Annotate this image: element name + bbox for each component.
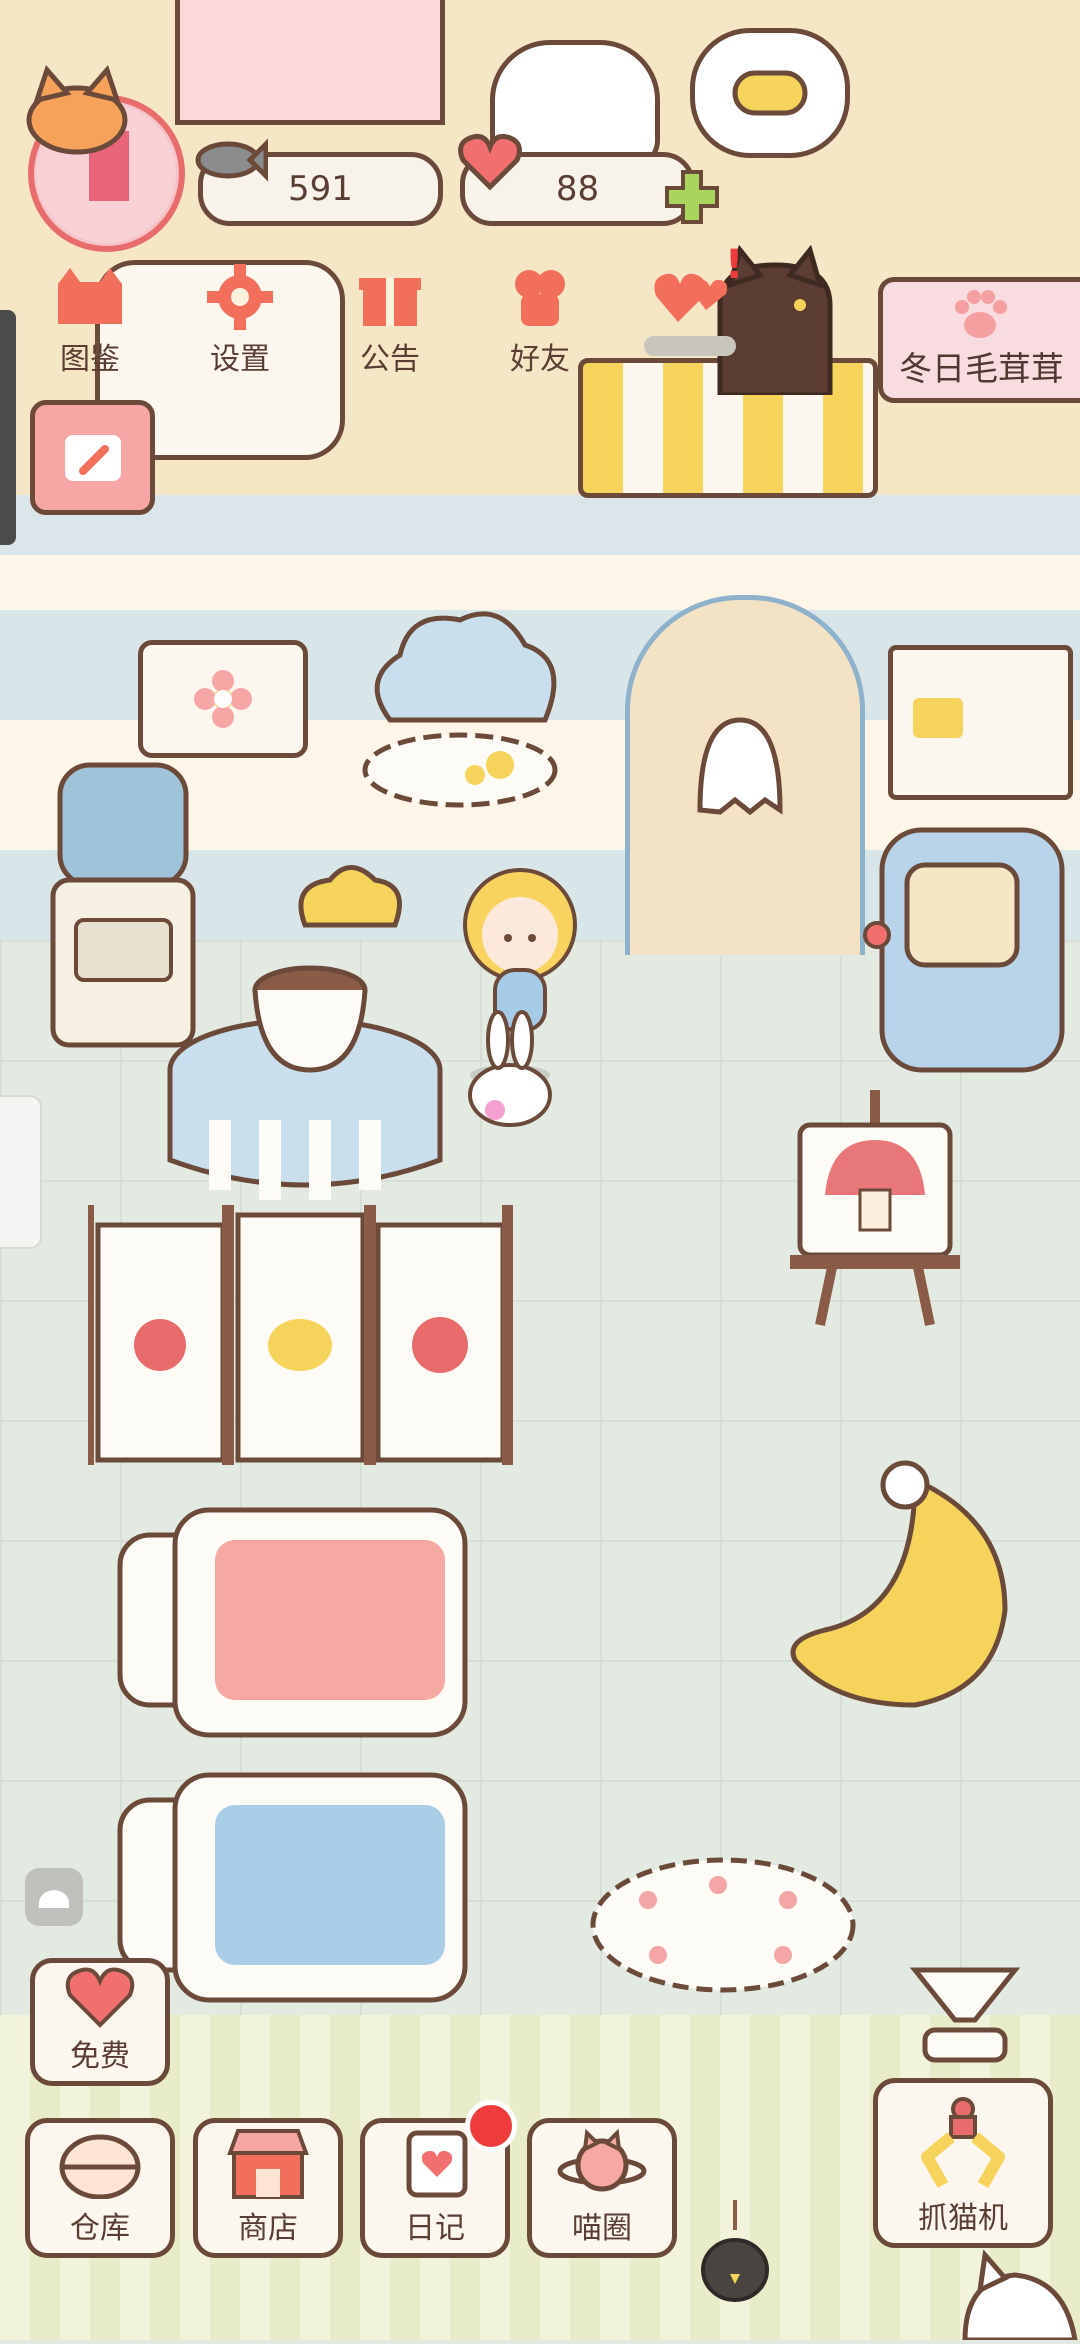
claw-machine-button[interactable]: 抓猫机 [873, 2078, 1053, 2248]
friends-icon [495, 262, 585, 332]
gift-icon [345, 262, 435, 332]
orange-cat-icon [22, 65, 132, 155]
menu-settings-label: 设置 [210, 342, 270, 377]
free-gift-label: 免费 [70, 2039, 130, 2074]
white-cat [955, 2249, 1080, 2343]
planet-cat-icon [557, 2123, 647, 2203]
menu-collection-button[interactable]: 图鉴 [30, 262, 150, 378]
menu-friends-label: 好友 [510, 342, 570, 377]
heart-icon [55, 1963, 145, 2031]
nav-storage-label: 仓库 [70, 2211, 130, 2246]
add-hearts-button[interactable] [663, 168, 721, 226]
side-panel-handle[interactable] [0, 1095, 42, 1249]
side-drawer-handle[interactable] [0, 310, 16, 545]
heart-rug[interactable] [588, 1855, 858, 1995]
fruit-folding-screen [82, 1205, 514, 1465]
nav-cat-circle-button[interactable]: 喵圈 [527, 2118, 677, 2258]
room-divider [0, 495, 1080, 555]
menu-collection-label: 图鉴 [60, 342, 120, 377]
nav-cat-circle-label: 喵圈 [572, 2211, 632, 2246]
alert-icon: ! [725, 242, 744, 288]
menu-likes-bar [644, 336, 736, 356]
shop-icon [223, 2123, 313, 2203]
cat-book-icon [45, 262, 135, 332]
top-menu: 图鉴 设置 公告 好友 ! [30, 242, 750, 378]
black-bird [690, 2200, 780, 2310]
arcade-machine[interactable] [862, 825, 1072, 1075]
heart-value: 88 [555, 169, 600, 209]
heart-icon [455, 132, 525, 192]
water-dispenser [48, 760, 198, 1050]
paw-icon [940, 283, 1020, 343]
fish-coin-value: 591 [288, 169, 353, 209]
window [175, 0, 445, 125]
pink-bed[interactable] [115, 1505, 475, 1740]
claw-icon [908, 2093, 1018, 2193]
claw-machine-label: 抓猫机 [918, 2201, 1008, 2236]
menu-notice-label: 公告 [360, 342, 420, 377]
menu-settings-button[interactable]: 设置 [180, 262, 300, 378]
diary-notification-badge [465, 2100, 517, 2152]
yellow-flower-lamp [285, 855, 415, 965]
coffee-cup[interactable] [250, 960, 380, 1080]
camera-toggle-button[interactable] [25, 1868, 83, 1926]
nav-shop-button[interactable]: 商店 [193, 2118, 343, 2258]
fish-icon [188, 130, 269, 190]
white-bunny[interactable] [460, 1010, 560, 1130]
nav-shop-label: 商店 [238, 2211, 298, 2246]
gear-icon [195, 262, 285, 332]
menu-notice-button[interactable]: 公告 [330, 262, 450, 378]
speech-bubble [690, 28, 850, 158]
mushroom-easel [790, 1085, 960, 1330]
menu-board [888, 645, 1073, 800]
nav-diary-label: 日记 [405, 2211, 465, 2246]
menu-friends-button[interactable]: 好友 [480, 262, 600, 378]
calendar-icon[interactable] [30, 400, 155, 515]
cloud-lamp [350, 600, 580, 810]
blue-bed[interactable] [115, 1770, 475, 2005]
event-banner-label: 冬日毛茸茸 [899, 349, 1064, 388]
hearts-icon [645, 262, 735, 332]
storage-icon [55, 2123, 145, 2203]
claw-machine-top [905, 1960, 1025, 2070]
ghost-charm [690, 700, 790, 820]
board-image [913, 698, 963, 738]
menu-likes-button[interactable]: ! [630, 242, 750, 378]
free-gift-button[interactable]: 免费 [30, 1958, 170, 2086]
flower-sign [138, 640, 308, 758]
nav-storage-button[interactable]: 仓库 [25, 2118, 175, 2258]
moon-cushion[interactable] [765, 1460, 1045, 1710]
